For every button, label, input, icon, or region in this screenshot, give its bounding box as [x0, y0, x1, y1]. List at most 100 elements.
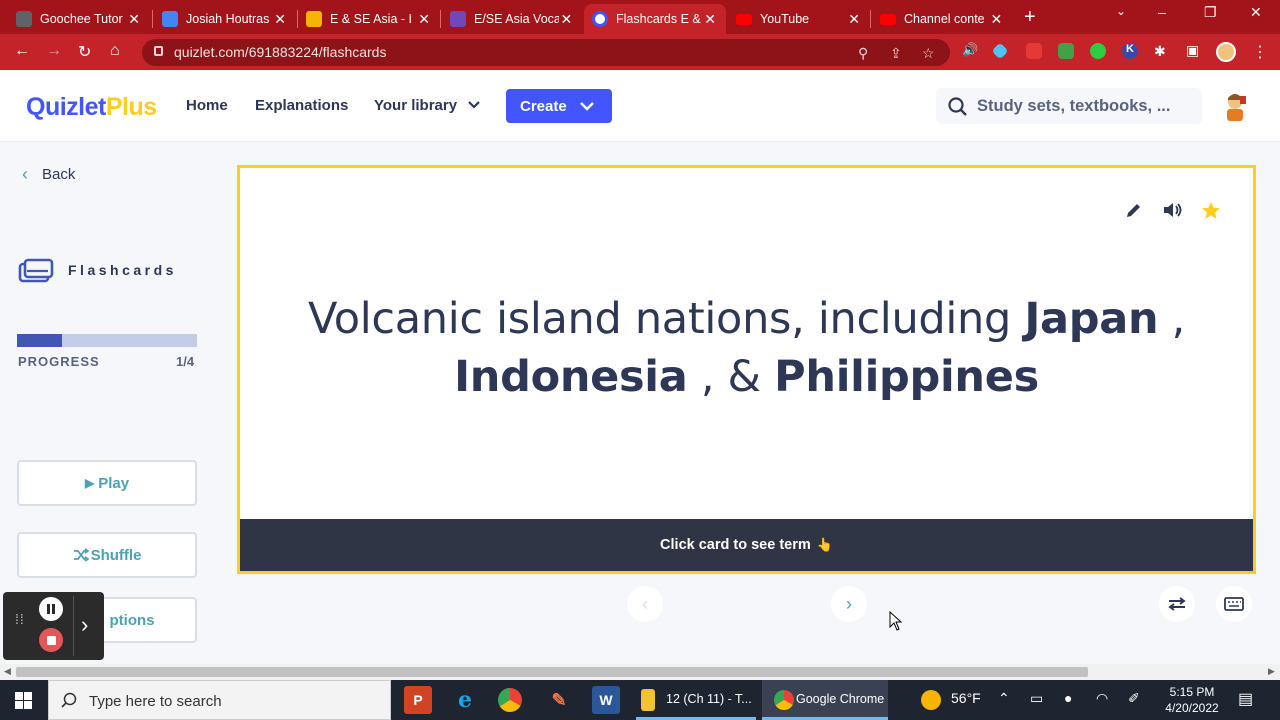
nav-home[interactable]: Home [186, 97, 228, 114]
browser-tab[interactable]: Josiah Houtras ✕ [154, 4, 296, 34]
close-window-icon[interactable]: ✕ [1250, 4, 1262, 21]
file-icon[interactable] [641, 689, 655, 711]
forward-arrow-icon[interactable]: → [46, 42, 62, 60]
bookmark-star-icon[interactable]: ☆ [922, 45, 935, 62]
shuffle-button[interactable]: Shuffle [17, 532, 197, 578]
star-icon[interactable] [1201, 201, 1221, 220]
progress-fill [17, 334, 62, 347]
restore-icon[interactable]: ❐ [1204, 4, 1217, 21]
powerpoint-icon[interactable]: P [404, 686, 432, 714]
user-avatar[interactable] [1220, 90, 1250, 122]
share-icon[interactable]: ⇪ [890, 45, 902, 62]
nav-explanations[interactable]: Explanations [255, 97, 348, 114]
pause-recording-button[interactable] [39, 597, 63, 621]
screen-recorder-widget: ⁞⁞ › [3, 592, 104, 660]
browser-tab-active[interactable]: Flashcards E & ✕ [584, 4, 726, 34]
tab-title: Josiah Houtras [186, 12, 270, 26]
logo-plus: Plus [105, 93, 157, 121]
horizontal-scrollbar[interactable]: ◀ ▶ [0, 664, 1280, 680]
flashcard[interactable]: Volcanic island nations, including Japan… [237, 165, 1256, 574]
tab-favicon-icon [16, 11, 32, 27]
browser-tab[interactable]: Channel conte ✕ [872, 4, 1012, 34]
system-clock[interactable]: 5:15 PM 4/20/2022 [1160, 684, 1224, 716]
search-input[interactable]: Study sets, textbooks, ... [936, 88, 1202, 124]
close-tab-icon[interactable]: ✕ [272, 11, 288, 28]
close-tab-icon[interactable]: ✕ [989, 11, 1004, 28]
home-icon[interactable]: ⌂ [110, 42, 120, 60]
word-icon[interactable]: W [592, 686, 620, 714]
audio-extension-icon[interactable]: 🔊 [962, 42, 978, 58]
definition-text: Volcanic island nations, including [307, 294, 1025, 344]
internet-explorer-icon[interactable]: e [451, 686, 479, 714]
screencast-extension-icon[interactable] [1026, 43, 1042, 59]
browser-tab-strip: Goochee Tutor ✕ Josiah Houtras ✕ E & SE … [0, 0, 1280, 34]
chevron-right-icon: › [846, 593, 852, 614]
taskbar-word-doc[interactable]: 12 (Ch 11) - T... [666, 692, 752, 706]
drag-handle-icon[interactable]: ⁞⁞ [15, 612, 25, 626]
tab-divider [870, 10, 871, 28]
microphone-icon[interactable]: ● [1064, 690, 1072, 706]
back-link[interactable]: ‹ Back [22, 164, 75, 185]
browser-tab[interactable]: E & SE Asia - I ✕ [298, 4, 440, 34]
stop-icon [46, 635, 56, 645]
tab-search-icon[interactable]: ⌄ [1116, 4, 1126, 18]
paint-app-icon[interactable]: ✎ [545, 686, 573, 714]
definition-text: , [1158, 294, 1186, 344]
search-icon [61, 692, 77, 708]
battery-icon[interactable]: ▭ [1030, 690, 1043, 707]
menu-kebab-icon[interactable]: ⋮ [1252, 42, 1268, 62]
chevron-left-icon: ‹ [22, 164, 28, 184]
puzzle-extensions-icon[interactable]: ✱ [1154, 43, 1166, 60]
close-tab-icon[interactable]: ✕ [416, 11, 432, 28]
audio-speaker-icon[interactable] [1162, 201, 1184, 219]
address-bar[interactable]: quizlet.com/691883224/flashcards ⚲ ⇪ ☆ [142, 39, 950, 66]
windows-start-icon[interactable] [15, 692, 32, 709]
close-tab-icon[interactable]: ✕ [702, 11, 718, 28]
scroll-right-icon[interactable]: ▶ [1268, 666, 1275, 677]
edit-pencil-icon[interactable] [1125, 201, 1143, 219]
stop-recording-button[interactable] [39, 628, 63, 652]
browser-tab[interactable]: E/SE Asia Voca ✕ [442, 4, 582, 34]
next-card-button[interactable]: › [831, 586, 867, 622]
definition-text: , & [687, 352, 775, 402]
back-arrow-icon[interactable]: ← [14, 42, 30, 60]
reload-icon[interactable]: ↻ [78, 42, 91, 62]
k-extension-icon[interactable]: K [1122, 43, 1138, 59]
quizlet-plus-logo[interactable]: QuizletPlus [26, 93, 157, 122]
taskbar-search-input[interactable]: Type here to search [48, 680, 391, 720]
green-extension-icon[interactable] [1090, 43, 1106, 59]
create-button[interactable]: Create [506, 89, 612, 123]
expand-chevron-icon[interactable]: › [81, 612, 88, 638]
pen-icon[interactable]: ✐ [1128, 690, 1140, 707]
browser-tab[interactable]: YouTube ✕ [728, 4, 870, 34]
shuffle-icon [73, 548, 89, 562]
close-tab-icon[interactable]: ✕ [846, 11, 862, 28]
close-tab-icon[interactable]: ✕ [126, 11, 142, 28]
browser-tab[interactable]: Goochee Tutor ✕ [8, 4, 150, 34]
highlighted-term: Japan [1024, 294, 1159, 344]
tray-chevron-icon[interactable]: ⌃ [998, 690, 1010, 707]
scroll-left-icon[interactable]: ◀ [4, 666, 11, 677]
keyboard-shortcuts-button[interactable] [1216, 586, 1252, 622]
diamond-extension-icon[interactable] [991, 42, 1009, 60]
card-flip-hint[interactable]: Click card to see term 👆 [240, 519, 1253, 571]
nav-your-library[interactable]: Your library [374, 97, 481, 114]
wifi-icon[interactable]: ◠ [1096, 690, 1108, 707]
scrollbar-thumb[interactable] [16, 667, 1088, 677]
profile-avatar[interactable] [1216, 42, 1236, 62]
play-button[interactable]: ▶ Play [17, 460, 197, 506]
weather-sun-icon[interactable] [921, 690, 941, 710]
tab-title: YouTube [760, 12, 810, 26]
new-tab-icon[interactable]: + [1024, 6, 1036, 29]
clipboard-extension-icon[interactable] [1058, 43, 1074, 59]
weather-temp[interactable]: 56°F [951, 690, 981, 706]
notifications-icon[interactable]: ▤ [1238, 689, 1253, 709]
side-panel-icon[interactable]: ▣ [1186, 42, 1199, 59]
chrome-icon[interactable] [498, 688, 522, 712]
swap-sides-button[interactable] [1159, 586, 1195, 622]
close-tab-icon[interactable]: ✕ [559, 11, 574, 28]
shuffle-label: Shuffle [90, 546, 142, 564]
previous-card-button[interactable]: ‹ [627, 586, 663, 622]
minimize-icon[interactable]: – [1158, 4, 1166, 20]
zoom-icon[interactable]: ⚲ [858, 45, 868, 62]
